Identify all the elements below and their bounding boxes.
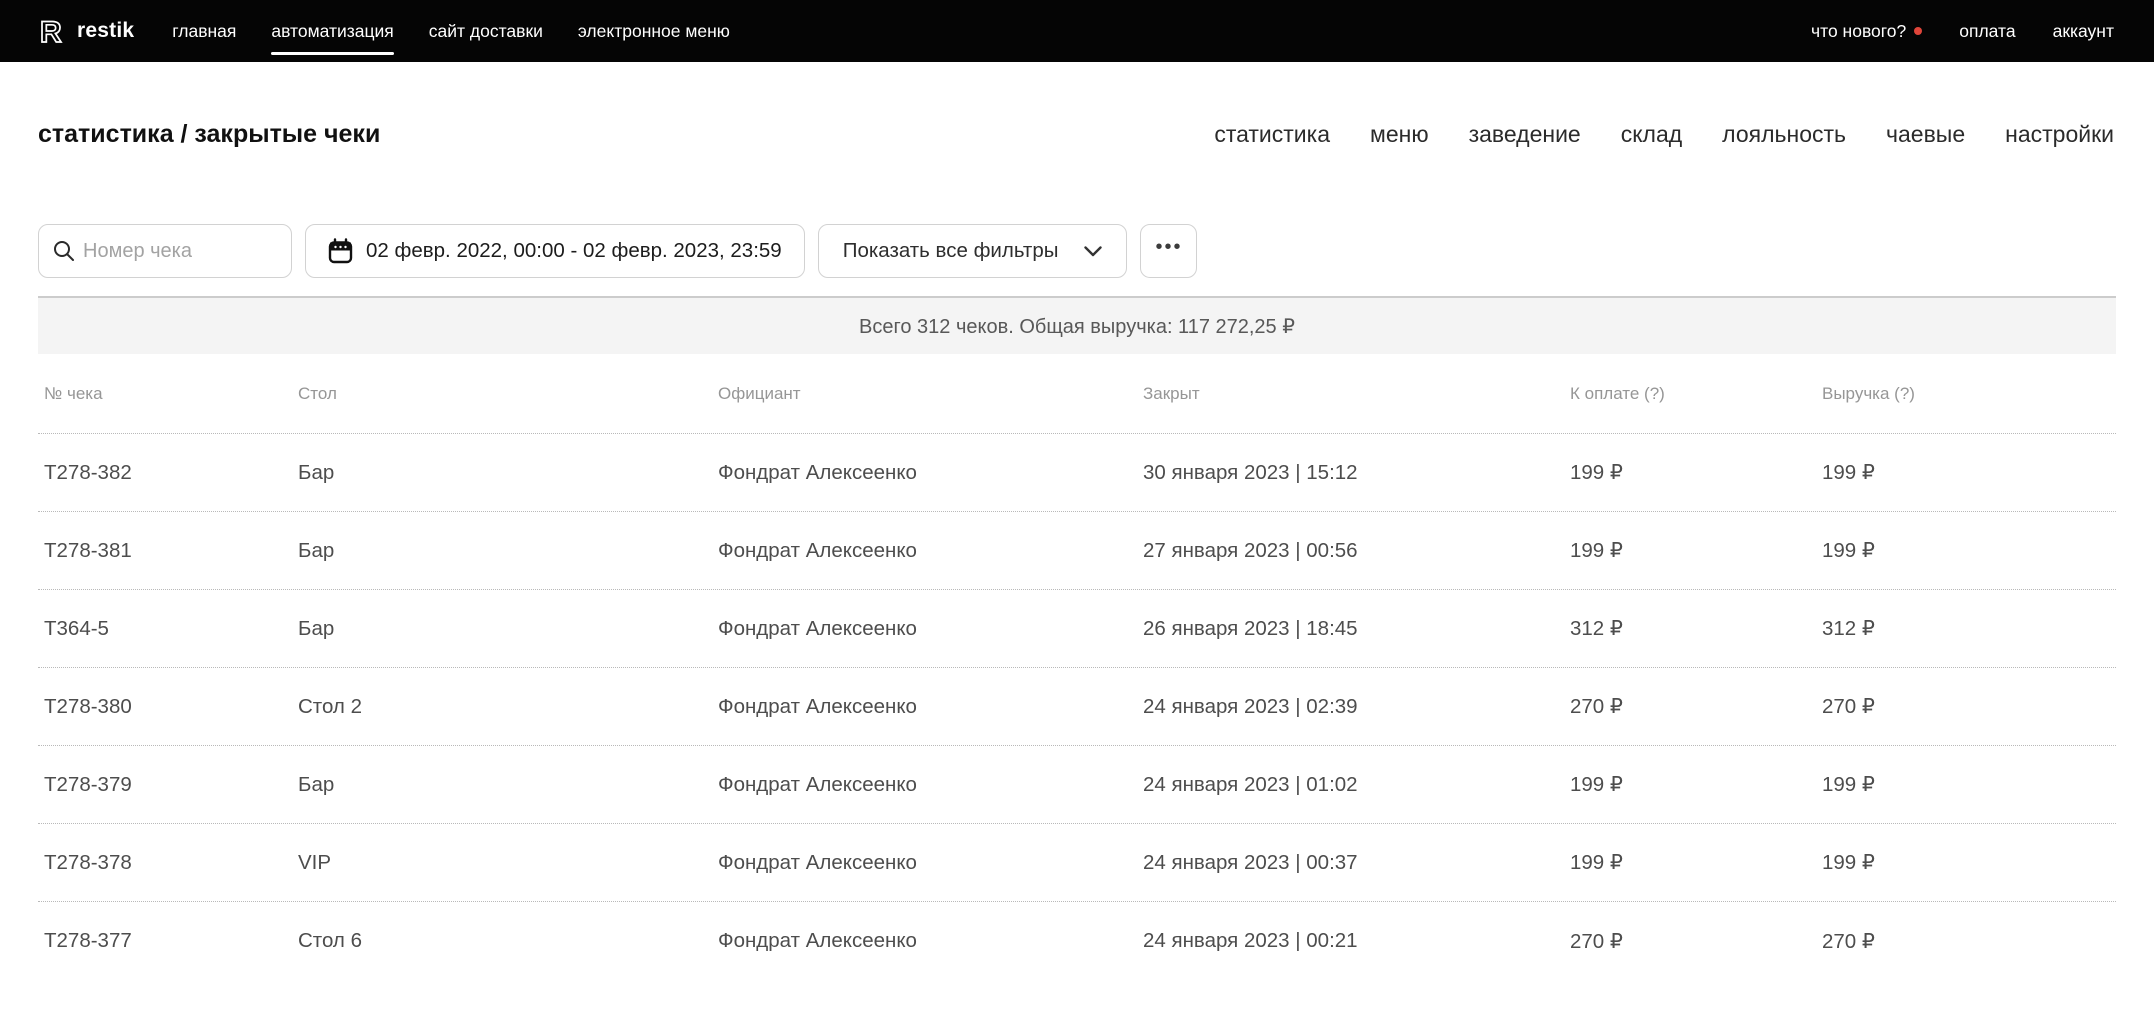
nav-account[interactable]: аккаунт [2053, 21, 2114, 42]
more-filters-button[interactable]: ••• [1140, 224, 1197, 278]
ellipsis-icon: ••• [1155, 237, 1182, 265]
cell-check-number: T278-380 [44, 695, 298, 719]
column-table: Стол [298, 384, 718, 404]
cell-closed: 30 января 2023 | 15:12 [1143, 461, 1570, 485]
table-row[interactable]: T278-377 Стол 6 Фондрат Алексеенко 24 ян… [38, 902, 2116, 980]
cell-waiter: Фондрат Алексеенко [718, 695, 1143, 719]
filters-bar: 02 февр. 2022, 00:00 - 02 февр. 2023, 23… [0, 224, 2154, 278]
cell-check-number: T278-382 [44, 461, 298, 485]
cell-to-pay: 199 ₽ [1570, 850, 1822, 875]
column-to-pay: К оплате (?) [1570, 384, 1822, 404]
cell-waiter: Фондрат Алексеенко [718, 539, 1143, 563]
cell-check-number: T364-5 [44, 617, 298, 641]
restik-logo-icon: R [38, 15, 68, 47]
page-header: статистика / закрытые чеки статистика ме… [0, 120, 2154, 149]
cell-revenue: 199 ₽ [1822, 772, 2116, 797]
cell-revenue: 312 ₽ [1822, 616, 2116, 641]
tab-tips[interactable]: чаевые [1886, 121, 1965, 148]
cell-table: Бар [298, 539, 718, 563]
svg-text:R: R [40, 16, 62, 47]
date-range-picker[interactable]: 02 февр. 2022, 00:00 - 02 февр. 2023, 23… [305, 224, 805, 278]
breadcrumb: статистика / закрытые чеки [38, 120, 380, 149]
cell-table: Стол 6 [298, 929, 718, 953]
chevron-down-icon [1084, 246, 1102, 257]
table-row[interactable]: T278-382 Бар Фондрат Алексеенко 30 январ… [38, 434, 2116, 512]
cell-waiter: Фондрат Алексеенко [718, 461, 1143, 485]
cell-closed: 24 января 2023 | 02:39 [1143, 695, 1570, 719]
cell-check-number: T278-381 [44, 539, 298, 563]
column-revenue: Выручка (?) [1822, 384, 2116, 404]
show-all-filters-label: Показать все фильтры [843, 239, 1059, 263]
table-row[interactable]: T278-381 Бар Фондрат Алексеенко 27 январ… [38, 512, 2116, 590]
cell-table: Стол 2 [298, 695, 718, 719]
cell-table: Бар [298, 617, 718, 641]
cell-to-pay: 270 ₽ [1570, 929, 1822, 954]
summary-text: Всего 312 чеков. Общая выручка: 117 272,… [859, 314, 1295, 339]
cell-revenue: 270 ₽ [1822, 694, 2116, 719]
checks-table: № чека Стол Официант Закрыт К оплате (?)… [38, 354, 2116, 980]
table-row[interactable]: T364-5 Бар Фондрат Алексеенко 26 января … [38, 590, 2116, 668]
cell-closed: 26 января 2023 | 18:45 [1143, 617, 1570, 641]
nav-payment[interactable]: оплата [1959, 21, 2015, 42]
column-closed: Закрыт [1143, 384, 1570, 404]
cell-revenue: 199 ₽ [1822, 850, 2116, 875]
table-header-row: № чека Стол Официант Закрыт К оплате (?)… [38, 354, 2116, 434]
cell-closed: 24 января 2023 | 00:21 [1143, 929, 1570, 953]
logo-text: restik [77, 19, 134, 43]
cell-table: Бар [298, 461, 718, 485]
cell-check-number: T278-377 [44, 929, 298, 953]
tab-loyalty[interactable]: лояльность [1722, 121, 1846, 148]
cell-check-number: T278-378 [44, 851, 298, 875]
cell-table: VIP [298, 851, 718, 875]
cell-waiter: Фондрат Алексеенко [718, 617, 1143, 641]
tab-warehouse[interactable]: склад [1621, 121, 1682, 148]
nav-link-automation[interactable]: автоматизация [271, 15, 393, 48]
whats-new-label: что нового? [1811, 21, 1906, 42]
notification-dot-icon [1914, 27, 1922, 35]
cell-check-number: T278-379 [44, 773, 298, 797]
table-row[interactable]: T278-379 Бар Фондрат Алексеенко 24 январ… [38, 746, 2116, 824]
date-range-label: 02 февр. 2022, 00:00 - 02 февр. 2023, 23… [366, 239, 782, 263]
table-row[interactable]: T278-378 VIP Фондрат Алексеенко 24 январ… [38, 824, 2116, 902]
cell-to-pay: 199 ₽ [1570, 460, 1822, 485]
cell-closed: 24 января 2023 | 00:37 [1143, 851, 1570, 875]
nav-link-emenu[interactable]: электронное меню [578, 15, 730, 48]
calendar-icon [328, 238, 353, 264]
top-navbar: R restik главная автоматизация сайт дост… [0, 0, 2154, 62]
cell-closed: 27 января 2023 | 00:56 [1143, 539, 1570, 563]
restik-logo[interactable]: R restik [38, 15, 134, 47]
table-body: T278-382 Бар Фондрат Алексеенко 30 январ… [38, 434, 2116, 980]
show-all-filters-dropdown[interactable]: Показать все фильтры [818, 224, 1128, 278]
cell-to-pay: 312 ₽ [1570, 616, 1822, 641]
table-row[interactable]: T278-380 Стол 2 Фондрат Алексеенко 24 ян… [38, 668, 2116, 746]
summary-bar: Всего 312 чеков. Общая выручка: 117 272,… [38, 296, 2116, 354]
tab-statistics[interactable]: статистика [1214, 121, 1330, 148]
section-tabs: статистика меню заведение склад лояльнос… [1214, 121, 2114, 148]
nav-whats-new[interactable]: что нового? [1811, 21, 1922, 42]
cell-revenue: 270 ₽ [1822, 929, 2116, 954]
search-input[interactable] [83, 240, 277, 263]
tab-menu[interactable]: меню [1370, 121, 1429, 148]
nav-link-delivery-site[interactable]: сайт доставки [429, 15, 543, 48]
cell-closed: 24 января 2023 | 01:02 [1143, 773, 1570, 797]
cell-to-pay: 199 ₽ [1570, 538, 1822, 563]
cell-waiter: Фондрат Алексеенко [718, 929, 1143, 953]
cell-to-pay: 270 ₽ [1570, 694, 1822, 719]
main-nav: главная автоматизация сайт доставки элек… [172, 15, 730, 48]
column-check-number: № чека [44, 384, 298, 404]
cell-table: Бар [298, 773, 718, 797]
check-number-search [38, 224, 292, 278]
cell-revenue: 199 ₽ [1822, 460, 2116, 485]
tab-venue[interactable]: заведение [1469, 121, 1581, 148]
cell-waiter: Фондрат Алексеенко [718, 773, 1143, 797]
column-waiter: Официант [718, 384, 1143, 404]
cell-revenue: 199 ₽ [1822, 538, 2116, 563]
cell-waiter: Фондрат Алексеенко [718, 851, 1143, 875]
search-icon [53, 240, 75, 262]
nav-link-main[interactable]: главная [172, 15, 236, 48]
tab-settings[interactable]: настройки [2005, 121, 2114, 148]
cell-to-pay: 199 ₽ [1570, 772, 1822, 797]
